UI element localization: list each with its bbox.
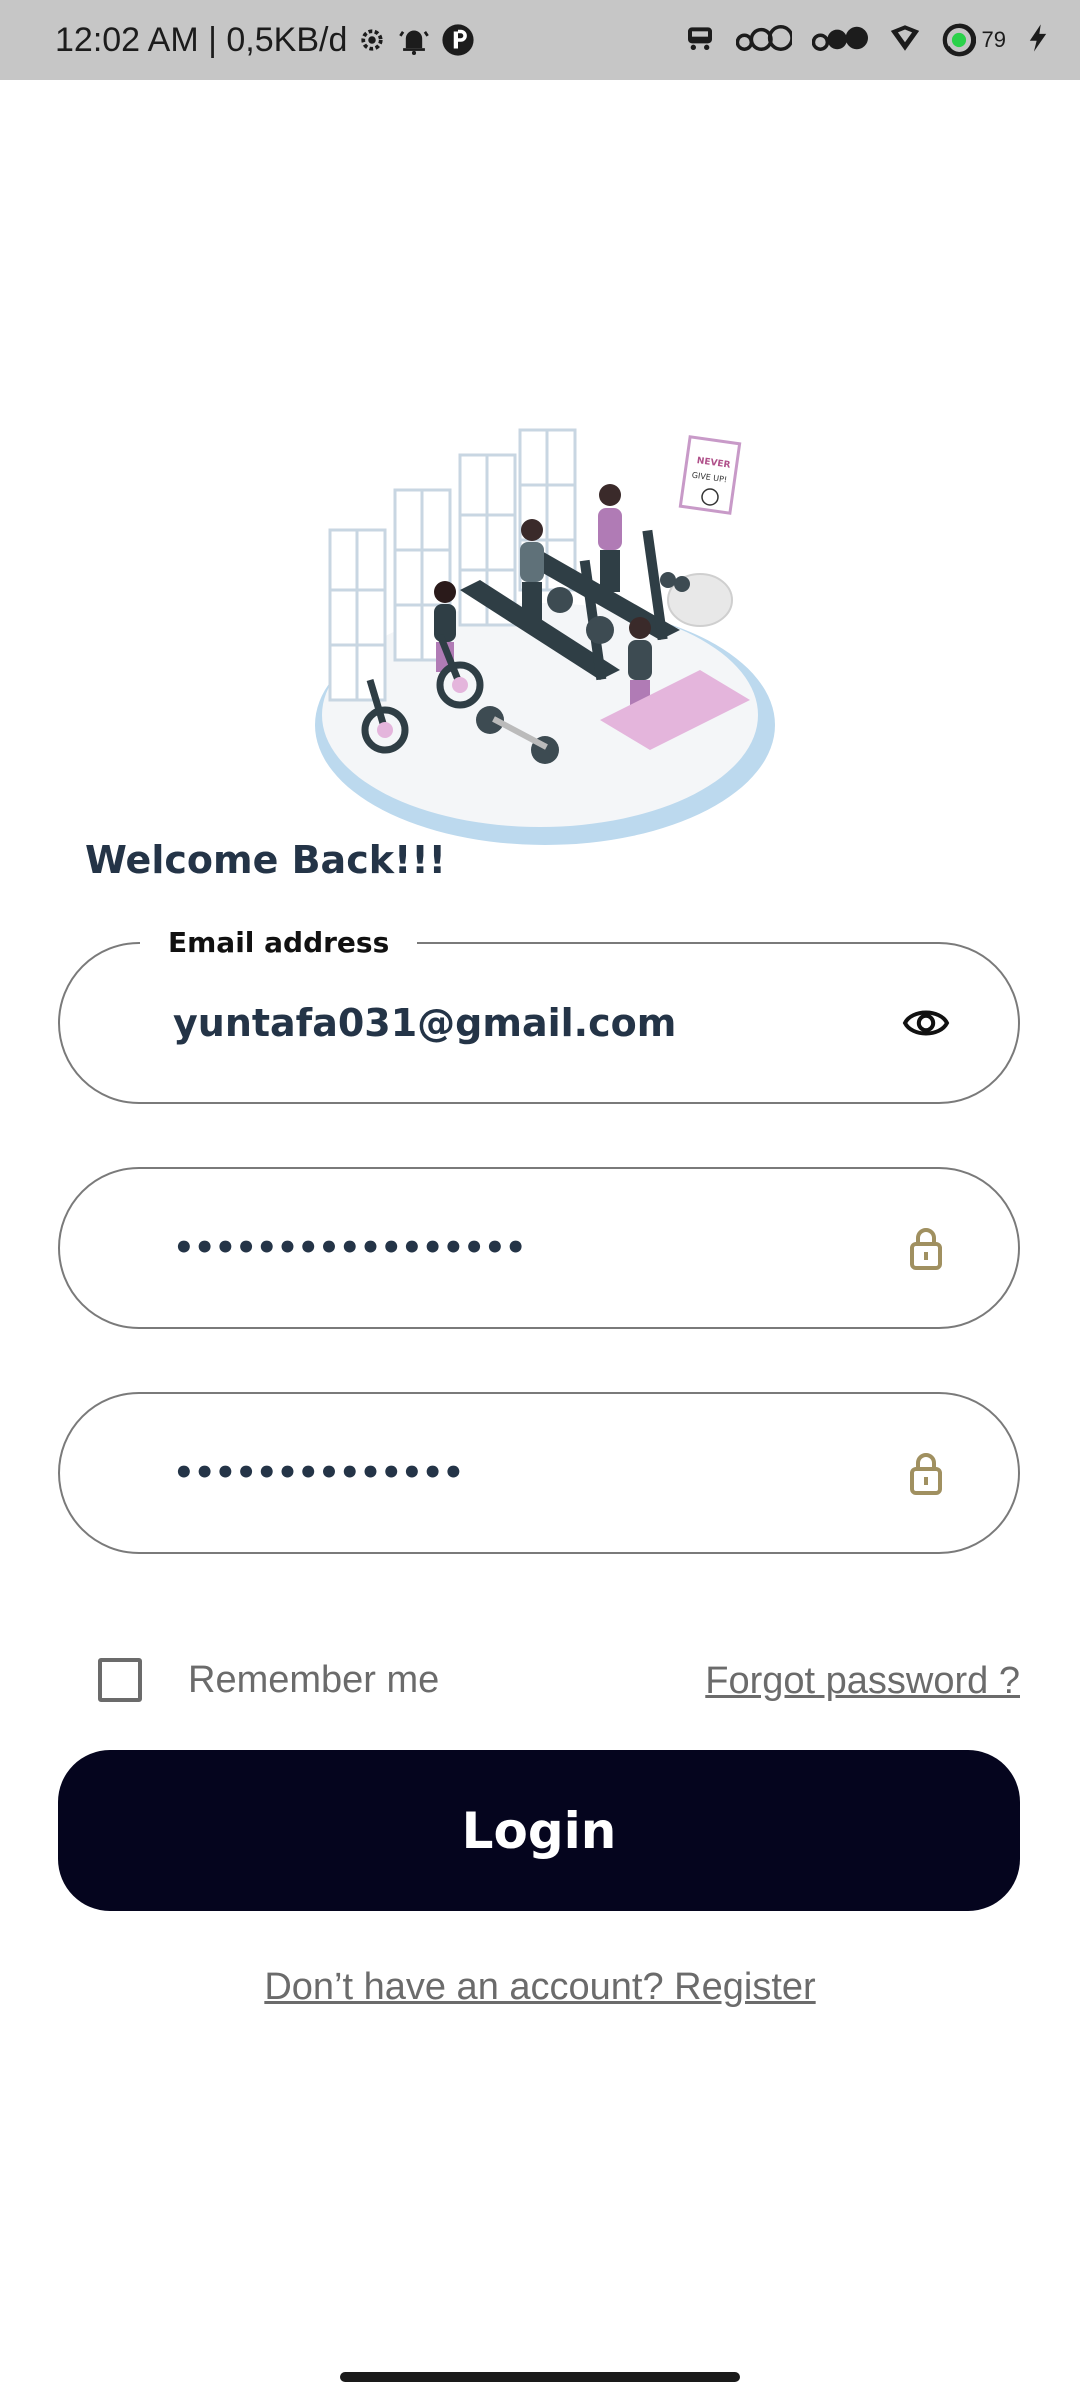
settings-icon	[357, 25, 387, 55]
remember-me-checkbox[interactable]	[98, 1658, 142, 1702]
forgot-password-link[interactable]: Forgot password ?	[705, 1660, 1020, 1703]
gym-illustration: NEVER GIVE UP!	[310, 400, 790, 870]
status-bar: 12:02 AM | 0,5KB/d 79	[0, 0, 1080, 80]
register-row: Don’t have an account? Register	[0, 1966, 1080, 2009]
confirm-password-value: ••••••••••••••	[173, 1453, 464, 1493]
email-field[interactable]: Email address yuntafa031@gmail.com	[58, 928, 1020, 1104]
vpn-shield-icon	[888, 22, 922, 59]
login-button[interactable]: Login	[58, 1750, 1020, 1911]
password-field[interactable]: •••••••••••••••••	[58, 1167, 1020, 1329]
status-right: 79	[684, 0, 1050, 80]
eye-icon[interactable]	[902, 999, 950, 1047]
battery-level: 79	[981, 27, 1006, 52]
battery-icon	[942, 23, 976, 57]
email-value: yuntafa031@gmail.com	[173, 1001, 677, 1045]
remember-me-label: Remember me	[188, 1658, 440, 1701]
status-left: 12:02 AM | 0,5KB/d	[55, 0, 475, 80]
alarm-icon	[397, 25, 431, 55]
status-time: 12:02 AM | 0,5KB/d	[55, 20, 348, 59]
home-indicator[interactable]	[340, 2372, 740, 2382]
welcome-heading: Welcome Back!!!	[85, 838, 446, 882]
remember-me-row[interactable]: Remember me	[98, 1658, 439, 1702]
register-link[interactable]: Don’t have an account? Register	[264, 1966, 815, 2008]
app-icon	[441, 23, 475, 57]
signal-icon	[735, 23, 794, 58]
confirm-password-field[interactable]: ••••••••••••••	[58, 1392, 1020, 1554]
charging-icon	[1026, 23, 1050, 58]
carrier-icon	[684, 23, 716, 58]
password-value: •••••••••••••••••	[173, 1228, 526, 1268]
lock-icon	[902, 1449, 950, 1497]
lock-icon	[902, 1224, 950, 1272]
signal-2-icon	[811, 23, 868, 58]
poster: NEVER GIVE UP!	[678, 435, 742, 515]
